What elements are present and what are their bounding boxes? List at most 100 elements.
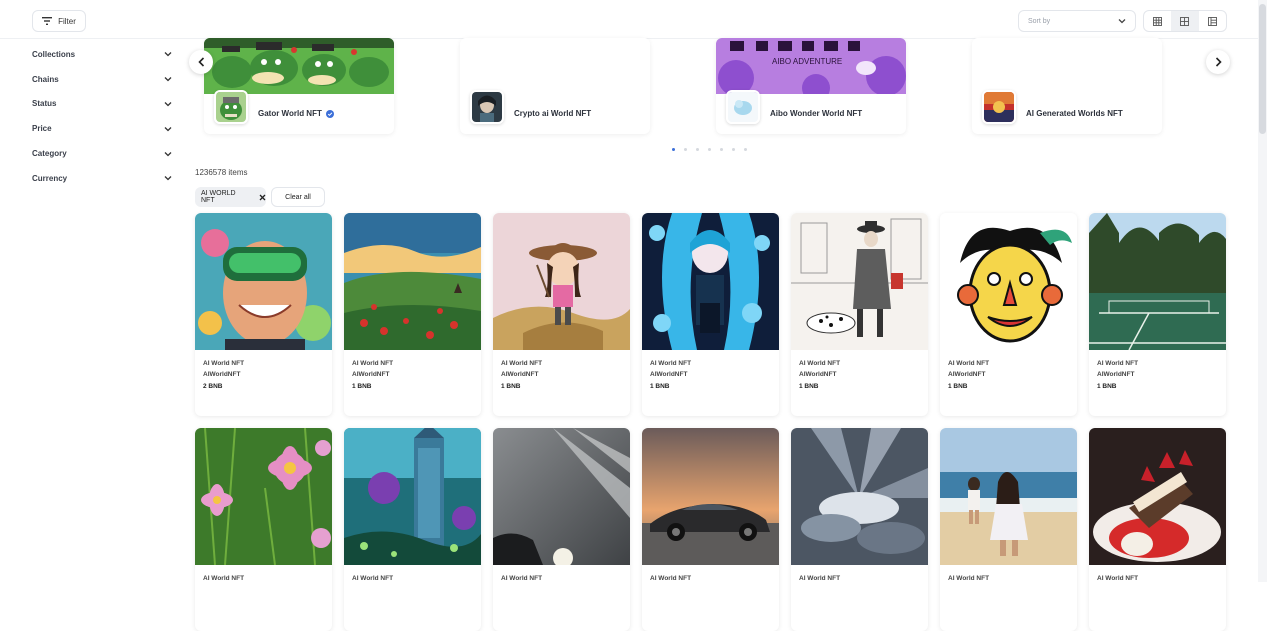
nft-card[interactable]: AI World NFT AIWorldNFT 1 BNB [344,213,481,416]
nft-image-strawberry-dessert [1089,428,1226,565]
nft-collection: AIWorldNFT [352,371,390,378]
nft-image-sketch-woman-dalmatian [791,213,928,350]
sidebar-item-label: Currency [32,173,68,183]
carousel-pagination [672,148,747,151]
scrollbar-thumb[interactable] [1259,4,1266,134]
view-mode-toggle [1143,10,1227,32]
nft-image-vr-smiling-man [195,213,332,350]
sidebar-item-category[interactable]: Category [32,141,172,166]
nft-name: AI World NFT [352,360,394,367]
nft-card[interactable]: AI World NFT [195,428,332,631]
nft-card[interactable]: AI World NFT [1089,428,1226,631]
view-grid-small-button[interactable] [1144,11,1171,31]
grid-small-icon [1153,16,1163,26]
nft-card[interactable]: AI World NFT [791,428,928,631]
chevron-down-icon [164,176,172,181]
chevron-right-icon [1215,57,1222,67]
nft-card[interactable]: AI World NFT AIWorldNFT 1 BNB [493,213,630,416]
collection-banner-image: AIBO ADVENTURE [716,38,906,94]
sort-placeholder: Sort by [1028,17,1051,25]
nft-image-blue-anime-girl [642,213,779,350]
carousel-dot[interactable] [696,148,699,151]
banner-text: AIBO ADVENTURE [772,57,842,66]
collection-carousel: Gator World NFT Crypto ai World NFT AIBO… [189,38,1232,138]
grid-large-icon [1180,16,1190,26]
nft-collection: AIWorldNFT [650,371,688,378]
nft-name: AI World NFT [948,575,990,582]
filter-sidebar: Collections Chains Status Price Category… [32,42,172,191]
active-filter-chip: AI WORLD NFT [195,187,266,207]
chevron-down-icon [164,77,172,82]
nft-collection: AIWorldNFT [948,371,986,378]
collection-name: AI Generated Worlds NFT [1026,109,1123,118]
nft-card[interactable]: AI World NFT [493,428,630,631]
nft-name: AI World NFT [501,575,543,582]
chevron-down-icon [1118,19,1126,24]
nft-card[interactable]: AI World NFT AIWorldNFT 1 BNB [642,213,779,416]
nft-name: AI World NFT [1097,575,1139,582]
sidebar-item-label: Status [32,99,57,109]
nft-name: AI World NFT [799,360,841,367]
top-toolbar: Filter Sort by [0,0,1267,39]
carousel-dot[interactable] [684,148,687,151]
sidebar-item-collections[interactable]: Collections [32,42,172,67]
carousel-dot[interactable] [732,148,735,151]
nft-image-sports-car-sunset [642,428,779,565]
nft-price: 1 BNB [948,383,968,390]
collection-name: Gator World NFT [258,109,322,118]
nft-image-fantasy-tower [344,428,481,565]
sidebar-item-label: Chains [32,74,59,84]
collection-name: Crypto ai World NFT [514,109,592,118]
filter-button[interactable]: Filter [32,10,86,32]
sidebar-item-price[interactable]: Price [32,116,172,141]
collection-card[interactable]: Gator World NFT [204,38,394,134]
nft-image-jester-face [940,213,1077,350]
nft-name: AI World NFT [948,360,990,367]
view-grid-large-button[interactable] [1171,11,1199,31]
carousel-dot[interactable] [744,148,747,151]
nft-price: 1 BNB [799,383,819,390]
sidebar-item-status[interactable]: Status [32,92,172,117]
nft-price: 1 BNB [352,383,372,390]
collection-logo [470,90,504,124]
close-icon[interactable] [259,194,266,201]
collection-card[interactable]: AI Generated Worlds NFT [972,38,1162,134]
carousel-dot[interactable] [672,148,675,151]
nft-name: AI World NFT [1097,360,1139,367]
collection-name: Aibo Wonder World NFT [770,109,863,118]
sidebar-item-label: Price [32,124,52,134]
sidebar-item-currency[interactable]: Currency [32,166,172,191]
nft-card[interactable]: AI World NFT AIWorldNFT 1 BNB [1089,213,1226,416]
nft-image-flower-hill-landscape [344,213,481,350]
nft-name: AI World NFT [799,575,841,582]
nft-name: AI World NFT [501,360,543,367]
nft-card[interactable]: AI World NFT AIWorldNFT 1 BNB [940,213,1077,416]
carousel-prev-button[interactable] [189,50,213,74]
view-list-button[interactable] [1199,11,1226,31]
nft-image-sky-sun-rays [493,428,630,565]
chevron-down-icon [164,126,172,132]
page-scrollbar[interactable] [1258,0,1267,582]
carousel-next-button[interactable] [1206,50,1230,74]
nft-card[interactable]: AI World NFT AIWorldNFT 1 BNB [791,213,928,416]
nft-card[interactable]: AI World NFT [940,428,1077,631]
nft-image-pink-cosmos-flowers [195,428,332,565]
nft-price: 1 BNB [650,383,670,390]
nft-card[interactable]: AI World NFT [344,428,481,631]
nft-price: 1 BNB [501,383,521,390]
carousel-dot[interactable] [720,148,723,151]
nft-collection: AIWorldNFT [1097,371,1135,378]
nft-card[interactable]: AI World NFT AIWorldNFT 2 BNB [195,213,332,416]
collection-card[interactable]: AIBO ADVENTURE Aibo Wonder World NFT [716,38,906,134]
sidebar-item-chains[interactable]: Chains [32,67,172,92]
clear-all-button[interactable]: Clear all [271,187,325,207]
sort-select[interactable]: Sort by [1018,10,1136,32]
sidebar-item-label: Collections [32,49,76,59]
nft-card[interactable]: AI World NFT [642,428,779,631]
nft-price: 1 BNB [1097,383,1117,390]
carousel-dot[interactable] [708,148,711,151]
collection-card[interactable]: Crypto ai World NFT [460,38,650,134]
collection-banner-image [972,38,1162,94]
verified-badge-icon [325,109,334,118]
nft-collection: AIWorldNFT [501,371,539,378]
